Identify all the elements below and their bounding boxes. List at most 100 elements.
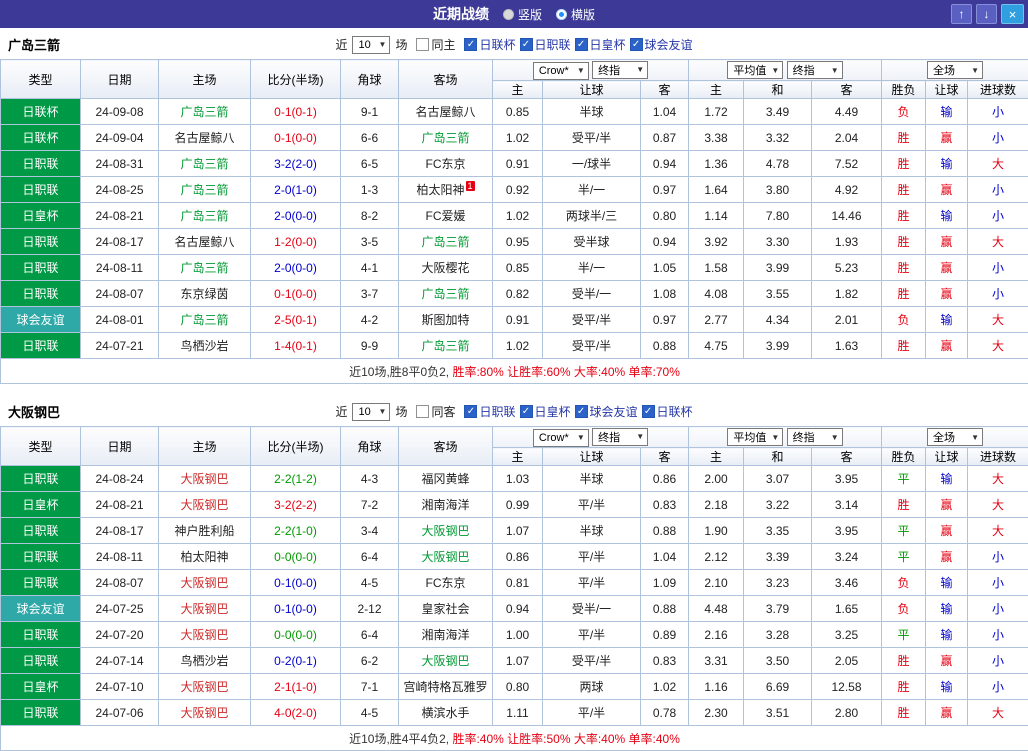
select-value: 10	[358, 406, 370, 418]
league-filter[interactable]: ✓日职联	[464, 403, 515, 420]
match-row: 日职联24-07-21鸟栖沙岩1-4(0-1)9-9广岛三箭1.02受平/半0.…	[1, 333, 1028, 359]
league-filter[interactable]: ✓日皇杯	[575, 36, 626, 53]
move-down-button[interactable]: ↓	[976, 4, 997, 24]
fulltime-select[interactable]: 全场▼	[927, 61, 983, 79]
match-type-badge: 日皇杯	[1, 492, 81, 518]
checkbox-checked-icon[interactable]: ✓	[575, 38, 588, 51]
league-filter[interactable]: ✓日职联	[520, 36, 571, 53]
corner-score: 6-6	[341, 125, 399, 151]
handicap-odds-home: 1.02	[493, 203, 543, 229]
league-filter[interactable]: ✓日皇杯	[520, 403, 571, 420]
same-venue-checkbox[interactable]	[416, 38, 429, 51]
checkbox-checked-icon[interactable]: ✓	[630, 38, 643, 51]
league-filters: ✓日职联 ✓日皇杯✓球会友谊✓日联杯	[460, 403, 692, 421]
checkbox-checked-icon[interactable]: ✓	[464, 38, 477, 51]
match-score: 0-0(0-0)	[251, 622, 341, 648]
note-badge: 1	[466, 181, 475, 191]
goals-result: 小	[968, 177, 1028, 203]
avg-group-header: 平均值▼ 终指▼	[689, 427, 882, 448]
move-up-button[interactable]: ↑	[951, 4, 972, 24]
handicap-odds-away: 0.78	[641, 700, 689, 726]
goals-result: 小	[968, 255, 1028, 281]
outcome-result: 胜	[882, 203, 926, 229]
avg-odds-home: 4.75	[689, 333, 744, 359]
checkbox-checked-icon[interactable]: ✓	[464, 405, 477, 418]
handicap-odds-away: 0.94	[641, 151, 689, 177]
league-filter[interactable]: ✓日联杯	[464, 36, 515, 53]
match-date: 24-08-17	[81, 518, 159, 544]
same-venue-filter[interactable]: 同主	[416, 36, 455, 53]
away-team-name: 广岛三箭	[399, 281, 493, 307]
match-type-badge: 日职联	[1, 333, 81, 359]
checkbox-checked-icon[interactable]: ✓	[520, 38, 533, 51]
handicap-odds-away: 0.83	[641, 648, 689, 674]
handicap-line: 受平/半	[543, 648, 641, 674]
avg-odds-home: 4.08	[689, 281, 744, 307]
handicap-line: 两球	[543, 674, 641, 700]
avg-odds-draw: 7.80	[744, 203, 812, 229]
home-team-name: 东京绿茵	[159, 281, 251, 307]
handicap-result: 输	[926, 466, 968, 492]
scope-group-header: 全场▼	[882, 60, 1028, 81]
away-team-name: FC东京	[399, 151, 493, 177]
match-type-badge: 球会友谊	[1, 596, 81, 622]
match-score: 2-0(1-0)	[251, 177, 341, 203]
checkbox-checked-icon[interactable]: ✓	[642, 405, 655, 418]
home-team-name: 广岛三箭	[159, 203, 251, 229]
league-filter[interactable]: ✓球会友谊	[630, 36, 693, 53]
fulltime-select[interactable]: 全场▼	[927, 428, 983, 446]
odds-source-select[interactable]: Crow*▼	[533, 429, 589, 447]
avg-odds-draw: 3.79	[744, 596, 812, 622]
handicap-result: 输	[926, 203, 968, 229]
handicap-line: 平/半	[543, 622, 641, 648]
handicap-odds-home: 0.85	[493, 255, 543, 281]
handicap-odds-away: 0.97	[641, 307, 689, 333]
handicap-result: 赢	[926, 700, 968, 726]
avg-source-select[interactable]: 平均值▼	[727, 428, 783, 446]
home-team-name: 广岛三箭	[159, 151, 251, 177]
league-filter[interactable]: ✓球会友谊	[575, 403, 638, 420]
league-filter[interactable]: ✓日联杯	[642, 403, 693, 420]
avg-odds-away: 5.23	[812, 255, 882, 281]
handicap-result: 输	[926, 570, 968, 596]
avg-odds-away: 12.58	[812, 674, 882, 700]
avg-odds-draw: 4.78	[744, 151, 812, 177]
same-venue-filter[interactable]: 同客	[416, 403, 455, 420]
match-date: 24-08-11	[81, 255, 159, 281]
subcol-avg-home: 主	[689, 448, 744, 466]
radio-horizontal-option[interactable]: 横版	[556, 6, 595, 23]
radio-vertical-option[interactable]: 竖版	[503, 6, 542, 23]
home-team-name: 名古屋鲸八	[159, 229, 251, 255]
match-score: 1-2(0-0)	[251, 229, 341, 255]
corner-score: 3-7	[341, 281, 399, 307]
section-header: 大阪钢巴 近 10 ▼ 场 同客 ✓日职联✓日皇杯✓球会友谊✓日联杯	[0, 397, 1028, 426]
avg-odds-away: 1.63	[812, 333, 882, 359]
match-type-badge: 日皇杯	[1, 203, 81, 229]
match-row: 日职联24-08-07东京绿茵0-1(0-0)3-7广岛三箭0.82受半/一1.…	[1, 281, 1028, 307]
avg-source-select[interactable]: 平均值▼	[727, 61, 783, 79]
outcome-result: 平	[882, 518, 926, 544]
handicap-line: 受平/半	[543, 125, 641, 151]
odds-source-select[interactable]: Crow*▼	[533, 62, 589, 80]
avg-odds-draw: 3.55	[744, 281, 812, 307]
handicap-line: 平/半	[543, 700, 641, 726]
avg-time-select[interactable]: 终指▼	[787, 428, 843, 446]
avg-time-select[interactable]: 终指▼	[787, 61, 843, 79]
handicap-result: 赢	[926, 333, 968, 359]
handicap-line: 半球	[543, 518, 641, 544]
handicap-odds-away: 0.97	[641, 177, 689, 203]
subcol-avg-away: 客	[812, 81, 882, 99]
recent-count-select[interactable]: 10 ▼	[352, 36, 390, 54]
checkbox-checked-icon[interactable]: ✓	[520, 405, 533, 418]
home-team-name: 大阪钢巴	[159, 622, 251, 648]
odds-time-select[interactable]: 终指▼	[592, 428, 648, 446]
close-button[interactable]: ×	[1001, 4, 1024, 24]
away-team-name: 湘南海洋	[399, 492, 493, 518]
recent-count-select[interactable]: 10 ▼	[352, 403, 390, 421]
match-score: 3-2(2-0)	[251, 151, 341, 177]
checkbox-checked-icon[interactable]: ✓	[575, 405, 588, 418]
same-venue-checkbox[interactable]	[416, 405, 429, 418]
handicap-odds-home: 0.85	[493, 99, 543, 125]
odds-time-select[interactable]: 终指▼	[592, 61, 648, 79]
handicap-result: 赢	[926, 255, 968, 281]
